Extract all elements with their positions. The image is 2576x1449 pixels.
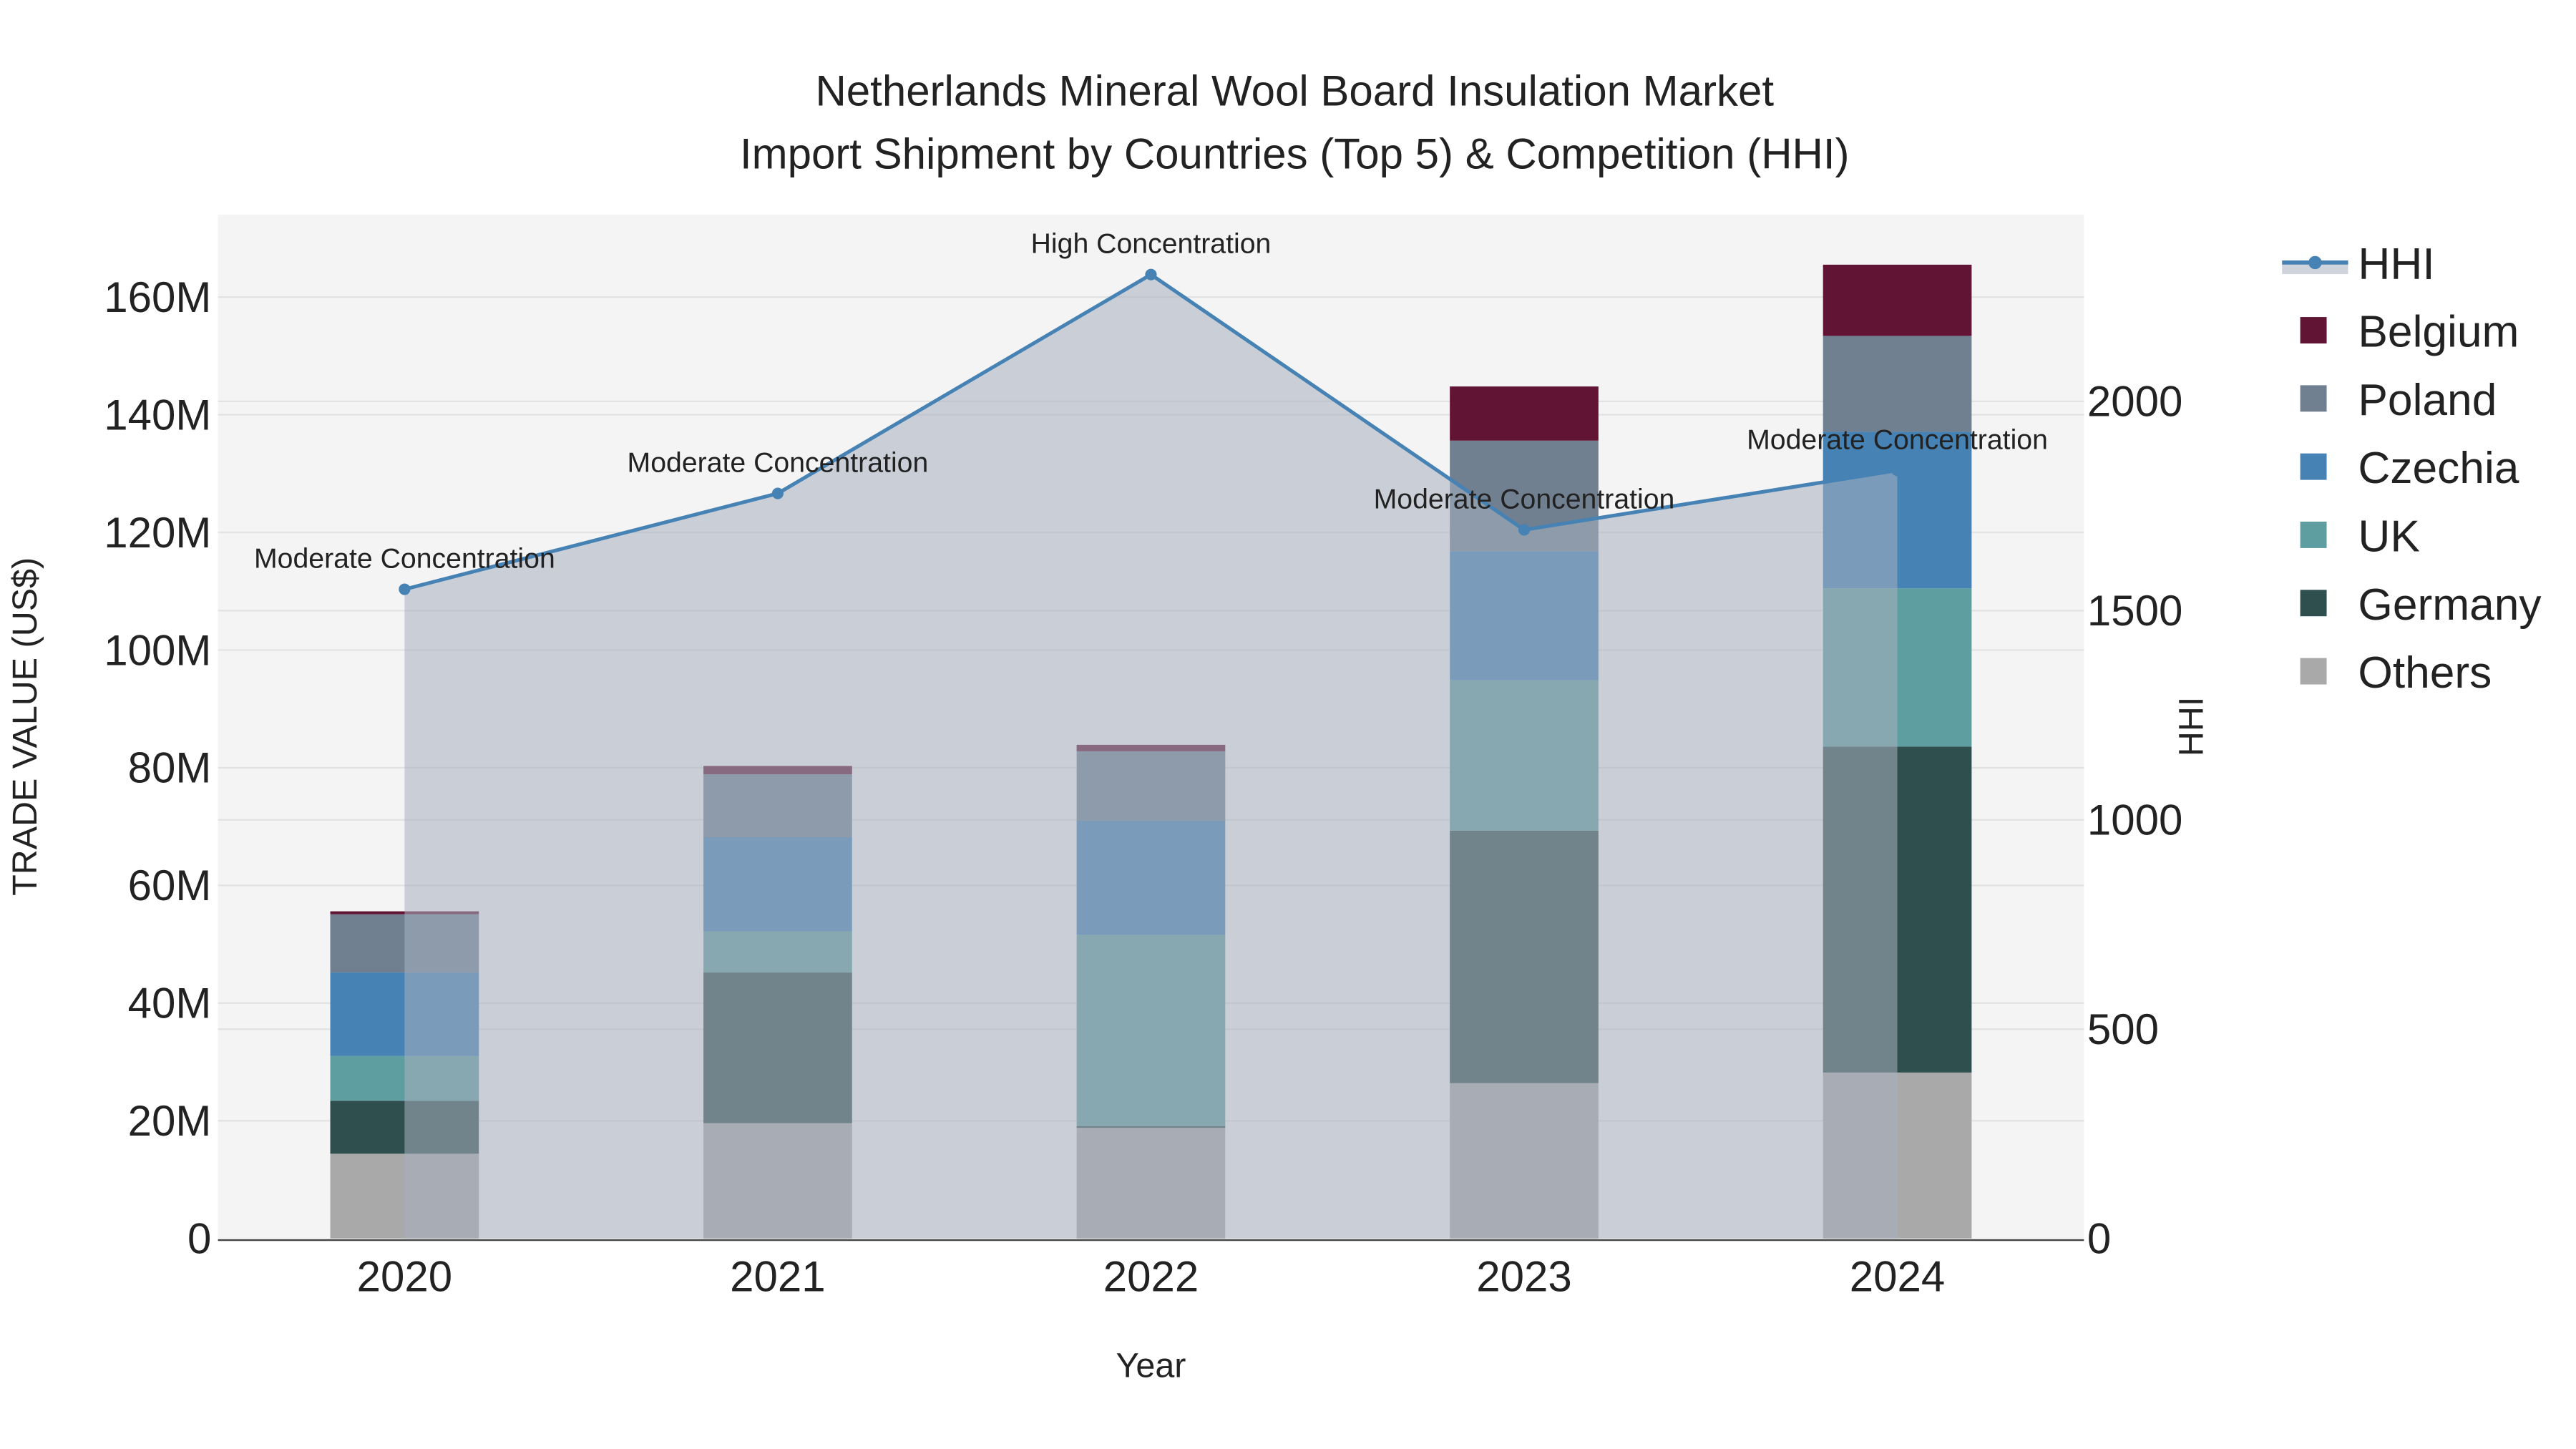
bar-belgium-2023	[1450, 386, 1599, 441]
y2-tick-label: 500	[2087, 1005, 2159, 1053]
x-tick-label: 2022	[1103, 1253, 1199, 1301]
x-tick-label: 2021	[730, 1253, 825, 1301]
y2-axis-label: HHI	[2172, 697, 2210, 756]
x-tick-label: 2023	[1476, 1253, 1571, 1301]
legend-swatch-poland	[2300, 385, 2327, 412]
legend-label-poland: Poland	[2358, 376, 2497, 425]
hhi-annotation: Moderate Concentration	[628, 447, 929, 479]
y-axis-ticks: 0 20M 40M 60M 80M 100M 120M 140M 160M	[104, 273, 211, 1263]
y-tick-label: 80M	[128, 744, 212, 792]
legend-swatch-others	[2300, 658, 2327, 685]
legend-label-others: Others	[2358, 648, 2492, 698]
legend-label-uk: UK	[2358, 512, 2420, 562]
y-tick-label: 20M	[128, 1097, 212, 1145]
hhi-point	[771, 487, 784, 499]
legend-label-czechia: Czechia	[2358, 444, 2519, 493]
legend-label-belgium: Belgium	[2358, 308, 2519, 357]
y-tick-label: 120M	[104, 509, 211, 557]
chart-title-line1: Netherlands Mineral Wool Board Insulatio…	[815, 67, 1774, 115]
y-axis-label: TRADE VALUE (US$)	[6, 557, 44, 896]
legend-label-hhi: HHI	[2358, 240, 2434, 289]
legend-swatch-germany	[2300, 590, 2327, 617]
y-tick-label: 0	[187, 1215, 211, 1263]
hhi-annotation: Moderate Concentration	[1747, 424, 2048, 455]
bar-poland-2024	[1823, 336, 1972, 432]
legend-label-germany: Germany	[2358, 580, 2542, 630]
y-tick-label: 100M	[104, 626, 211, 674]
y2-tick-label: 1000	[2087, 796, 2182, 844]
x-axis-ticks: 2020 2021 2022 2023 2024	[357, 1253, 1946, 1301]
y-tick-label: 40M	[128, 980, 212, 1028]
legend-swatch-uk	[2300, 522, 2327, 548]
x-tick-label: 2024	[1850, 1253, 1945, 1301]
y-tick-label: 140M	[104, 391, 211, 439]
hhi-point	[1518, 524, 1531, 536]
hhi-annotation: High Concentration	[1031, 228, 1272, 260]
y2-tick-label: 1500	[2087, 587, 2182, 635]
y2-tick-label: 2000	[2087, 378, 2182, 426]
y2-axis-ticks: 0 500 1000 1500 2000	[2087, 378, 2182, 1263]
chart: 0 20M 40M 60M 80M 100M 120M 140M 160M 0 500 1000 15…	[6, 67, 2542, 1385]
hhi-point	[1891, 464, 1903, 477]
legend-swatch-belgium	[2300, 317, 2327, 343]
hhi-annotation: Moderate Concentration	[254, 543, 555, 575]
chart-title-line2: Import Shipment by Countries (Top 5) & C…	[740, 130, 1850, 177]
hhi-point	[399, 583, 411, 595]
legend-swatch-czechia	[2300, 453, 2327, 480]
hhi-point	[1145, 268, 1157, 280]
x-tick-label: 2020	[357, 1253, 452, 1301]
x-axis-label: Year	[1116, 1347, 1186, 1385]
legend-hhi-marker	[2308, 255, 2322, 270]
y-tick-label: 160M	[104, 273, 211, 321]
y2-tick-label: 0	[2087, 1215, 2111, 1263]
legend: HHI Belgium Poland Czechia UK Germany Others	[2282, 240, 2542, 698]
y-tick-label: 60M	[128, 862, 212, 909]
bar-belgium-2024	[1823, 264, 1972, 336]
hhi-annotation: Moderate Concentration	[1374, 483, 1675, 514]
